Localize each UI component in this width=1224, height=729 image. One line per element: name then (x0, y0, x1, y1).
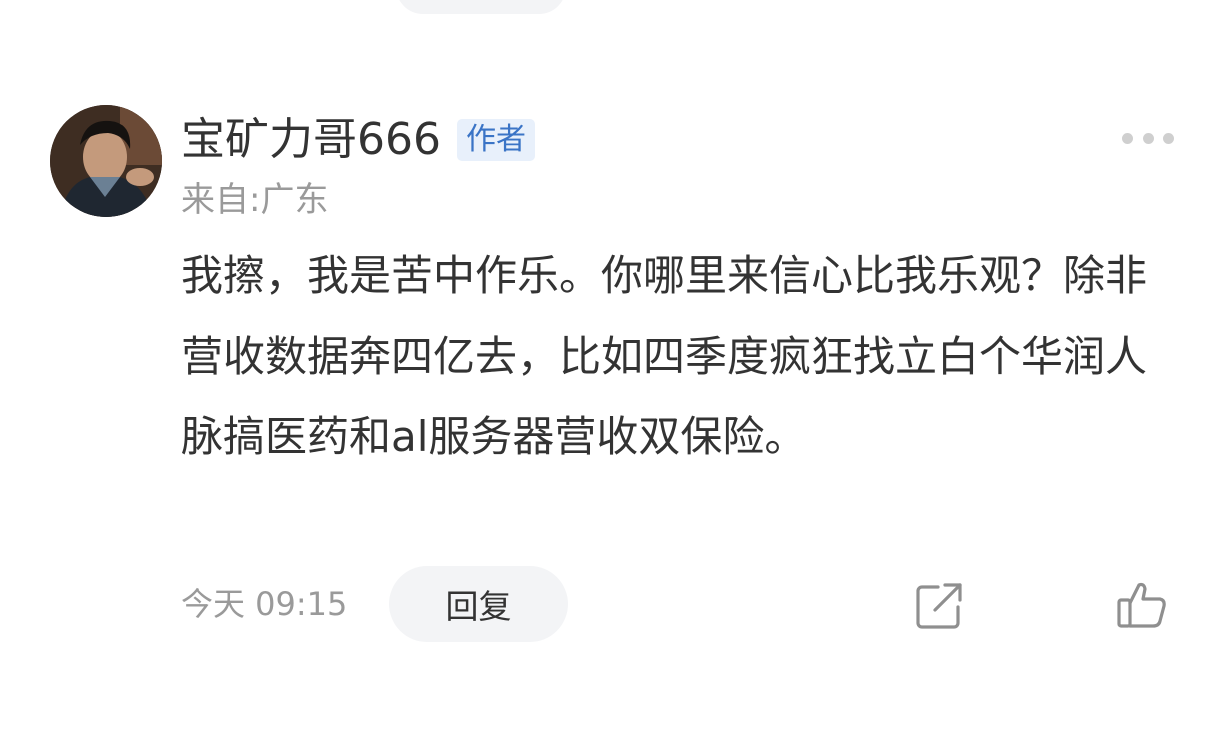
like-button[interactable] (1116, 579, 1168, 631)
avatar[interactable] (50, 105, 162, 217)
more-dots-icon (1163, 132, 1174, 144)
reply-button-label: 回复 (445, 587, 512, 626)
share-button[interactable] (914, 581, 964, 631)
name-row: 宝矿力哥666 作者 (181, 110, 535, 170)
reply-button[interactable]: 回复 (389, 566, 568, 642)
more-options-button[interactable] (1122, 124, 1174, 152)
username[interactable]: 宝矿力哥666 (181, 110, 441, 170)
share-icon (916, 583, 962, 629)
author-badge: 作者 (456, 119, 535, 161)
location-label: 来自:广东 (181, 180, 329, 220)
comment-text: 我擦，我是苦中作乐。你哪里来信心比我乐观？除非营收数据奔四亿去，比如四季度疯狂找… (181, 251, 1148, 461)
timestamp: 今天 09:15 (181, 585, 348, 623)
more-dots-icon (1142, 132, 1154, 144)
more-dots-icon (1122, 132, 1133, 144)
comment-card: 宝矿力哥666 作者 来自:广东 我擦，我是苦中作乐。你哪里来信心比我乐观？除非… (0, 0, 1224, 729)
thumbs-up-icon (1117, 582, 1166, 628)
